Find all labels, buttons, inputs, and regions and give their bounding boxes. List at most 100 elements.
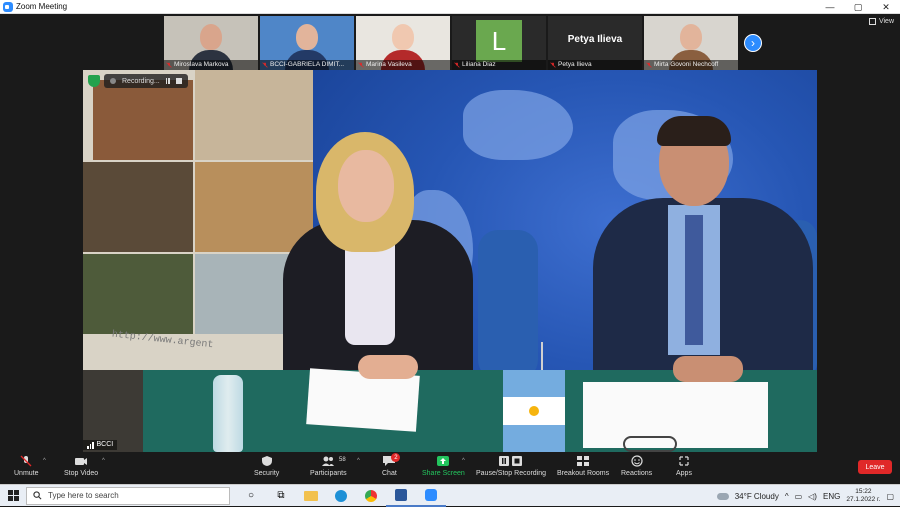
- signal-strength-icon: [87, 441, 94, 449]
- stop-video-button[interactable]: Stop Video: [64, 455, 98, 477]
- participants-count: 58: [339, 457, 346, 463]
- encryption-shield-icon[interactable]: [88, 75, 100, 87]
- word-app-icon[interactable]: [386, 485, 416, 507]
- cloud-weather-icon: [716, 492, 729, 500]
- share-screen-label: Share Screen: [422, 470, 465, 477]
- edge-browser-icon[interactable]: [326, 485, 356, 507]
- widgets-icon[interactable]: ⧉: [266, 485, 296, 507]
- participant-face: [200, 24, 222, 50]
- task-view-icon[interactable]: ○: [236, 485, 266, 507]
- stop-icon[interactable]: [175, 78, 182, 84]
- participant-face: [680, 24, 702, 50]
- taskbar-pinned-apps: ○ ⧉: [236, 485, 446, 507]
- taskbar-clock[interactable]: 15:22 27.1.2022 г.: [846, 488, 880, 504]
- participant-name: BCCI-GABRIELA DIMIT...: [260, 60, 354, 70]
- chrome-browser-icon[interactable]: [356, 485, 386, 507]
- clock-time: 15:22: [855, 488, 872, 495]
- muted-mic-icon: [166, 62, 172, 68]
- participant-name: Petya Ilieva: [548, 60, 642, 70]
- unmute-button[interactable]: Unmute: [14, 455, 39, 477]
- clock-date: 27.1.2022 г.: [846, 496, 881, 503]
- breakout-rooms-label: Breakout Rooms: [557, 470, 610, 477]
- recording-dot-icon: [110, 78, 116, 84]
- participant-name: Marina Vasileva: [356, 60, 450, 70]
- muted-mic-icon: [454, 62, 460, 68]
- windows-logo-icon: [7, 490, 19, 501]
- apps-button[interactable]: Apps: [676, 455, 692, 477]
- chat-label: Chat: [382, 470, 397, 477]
- audio-options-caret-icon[interactable]: ^: [43, 458, 46, 464]
- participants-options-caret-icon[interactable]: ^: [357, 458, 360, 464]
- grid-view-icon: [868, 18, 876, 25]
- unmute-label: Unmute: [14, 470, 39, 477]
- breakout-rooms-button[interactable]: Breakout Rooms: [557, 455, 609, 477]
- map-continent: [463, 90, 573, 160]
- recording-label: Recording...: [122, 77, 160, 85]
- search-placeholder: Type here to search: [48, 491, 119, 500]
- speaker-name: BCCI: [96, 441, 114, 448]
- restore-button[interactable]: ▢: [844, 0, 872, 14]
- security-shield-icon: [261, 456, 272, 466]
- muted-mic-icon: [646, 62, 652, 68]
- minimize-button[interactable]: —: [816, 0, 844, 14]
- participant-tile-4[interactable]: Petya Ilieva Petya Ilieva: [548, 16, 642, 70]
- water-bottle: [213, 375, 243, 452]
- share-options-caret-icon[interactable]: ^: [462, 458, 465, 464]
- recording-pill: Recording...: [104, 74, 188, 88]
- banner-photo: [93, 80, 193, 160]
- tray-overflow-icon[interactable]: ^: [785, 492, 789, 501]
- banner-url-text: http://www.argent: [111, 329, 214, 352]
- muted-mic-icon: [20, 455, 32, 467]
- participant-tile-1[interactable]: BCCI-GABRIELA DIMIT...: [260, 16, 354, 70]
- view-button[interactable]: View: [868, 18, 894, 25]
- windows-taskbar: Type here to search ○ ⧉ 34°F Cloudy ^ ▭ …: [0, 484, 900, 507]
- next-page-arrow-icon[interactable]: ›: [744, 34, 762, 52]
- muted-mic-icon: [358, 62, 364, 68]
- participant-tile-5[interactable]: Mirta Govoni Nechcoff: [644, 16, 738, 70]
- meeting-area: Miroslava Markova BCCI-GABRIELA DIMIT...…: [0, 14, 900, 452]
- participant-tile-2[interactable]: Marina Vasileva: [356, 16, 450, 70]
- video-camera-icon: [75, 458, 88, 465]
- argentina-flag-icon: [503, 370, 565, 452]
- chat-unread-badge: 2: [391, 453, 401, 462]
- participant-tile-3[interactable]: L Liliana Diaz: [452, 16, 546, 70]
- network-icon[interactable]: ▭: [795, 492, 803, 501]
- speaker-man-hair: [657, 116, 731, 146]
- pause-stop-icon: [499, 456, 523, 466]
- notifications-icon[interactable]: ▢: [886, 492, 894, 501]
- zoom-logo-icon: [3, 1, 13, 12]
- participants-label: Participants: [310, 470, 347, 477]
- language-indicator[interactable]: ENG: [823, 492, 840, 501]
- security-label: Security: [254, 470, 280, 477]
- participant-strip: Miroslava Markova BCCI-GABRIELA DIMIT...…: [164, 16, 738, 70]
- pause-stop-recording-button[interactable]: Pause/Stop Recording: [476, 455, 546, 477]
- sun-icon: [529, 405, 539, 416]
- participant-tile-0[interactable]: Miroslava Markova: [164, 16, 258, 70]
- banner-photo: [83, 254, 193, 334]
- file-explorer-icon[interactable]: [296, 485, 326, 507]
- security-button[interactable]: Security: [254, 455, 279, 477]
- volume-icon[interactable]: ◁): [808, 492, 817, 501]
- leave-button[interactable]: Leave: [858, 460, 892, 474]
- share-screen-button[interactable]: Share Screen: [422, 455, 465, 477]
- zoom-app-icon[interactable]: [416, 485, 446, 507]
- flag-stripe: [503, 370, 565, 398]
- weather-text[interactable]: 34°F Cloudy: [735, 492, 779, 501]
- participant-name: Mirta Govoni Nechcoff: [644, 60, 738, 70]
- flag-pole: [541, 342, 543, 372]
- pause-stop-recording-label: Pause/Stop Recording: [476, 470, 547, 477]
- flag-stripe: [503, 397, 565, 425]
- pause-icon[interactable]: [165, 78, 170, 84]
- active-speaker-video: http://www.argent Recording... BCCI: [83, 70, 817, 452]
- flag-stripe: [503, 424, 565, 452]
- share-screen-icon: [437, 456, 450, 466]
- reactions-button[interactable]: Reactions: [621, 455, 652, 477]
- close-button[interactable]: ✕: [872, 0, 900, 14]
- start-button[interactable]: [0, 485, 26, 507]
- video-options-caret-icon[interactable]: ^: [102, 458, 105, 464]
- muted-mic-icon: [262, 62, 268, 68]
- smiley-face-icon: [630, 455, 643, 467]
- chat-button[interactable]: 2 Chat: [382, 453, 401, 477]
- taskbar-search-box[interactable]: Type here to search: [26, 486, 230, 505]
- participant-initial-avatar: L: [476, 20, 522, 62]
